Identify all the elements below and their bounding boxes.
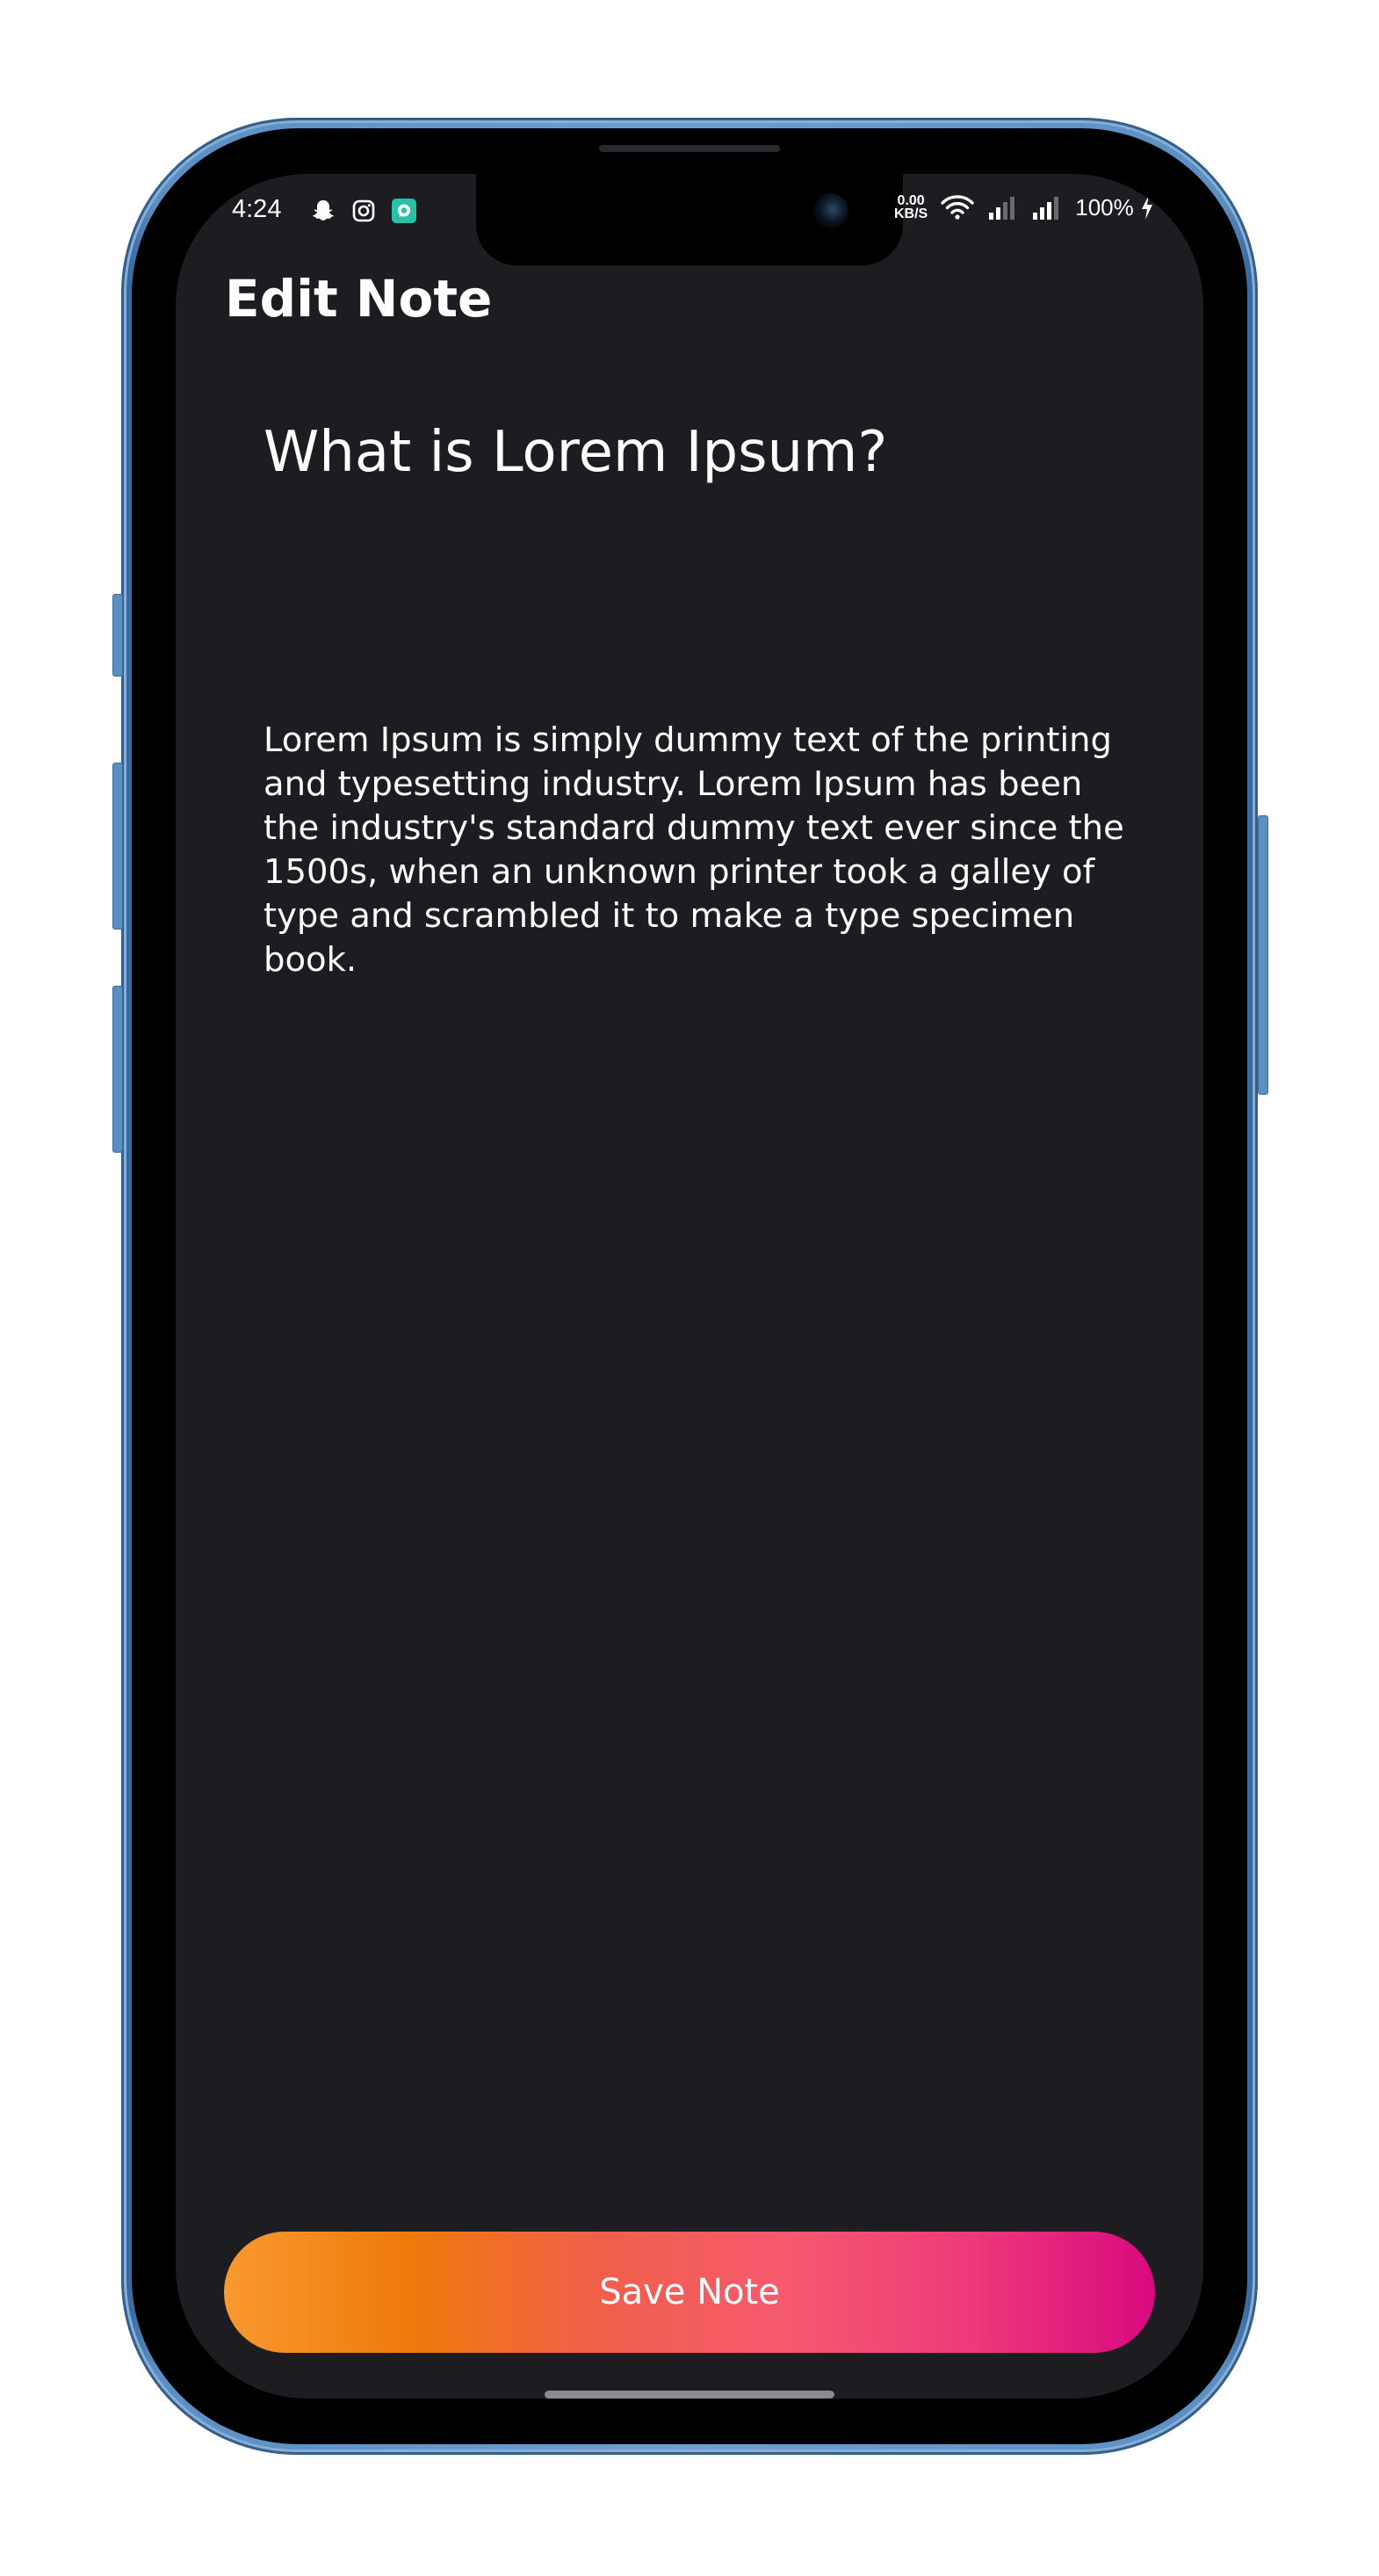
charging-icon <box>1141 195 1152 220</box>
status-system-icons: 0.00 KB/S 100% <box>894 193 1155 221</box>
home-indicator[interactable] <box>545 2391 834 2399</box>
notch <box>476 174 903 265</box>
front-camera <box>813 193 848 228</box>
wifi-icon <box>941 195 974 220</box>
note-body-input[interactable]: Lorem Ipsum is simply dummy text of the … <box>264 719 1124 982</box>
volume-down-button <box>112 986 123 1153</box>
chat-app-icon <box>392 199 416 223</box>
network-speed: 0.00 KB/S <box>894 194 928 221</box>
battery-percentage: 100% <box>1075 193 1134 221</box>
signal-icon <box>989 197 1015 220</box>
status-notification-icons <box>309 197 418 225</box>
note-title-input[interactable]: What is Lorem Ipsum? <box>264 420 1124 485</box>
network-speed-unit: KB/S <box>894 206 928 221</box>
save-note-button[interactable]: Save Note <box>224 2232 1155 2353</box>
app-screen: 4:24 0.00 KB/S 100% Edit Note What is Lo… <box>176 174 1203 2399</box>
page-title: Edit Note <box>225 269 493 329</box>
action-button <box>112 594 123 677</box>
status-time: 4:24 <box>232 195 282 223</box>
volume-up-button <box>112 763 123 930</box>
network-speed-value: 0.00 <box>897 193 925 208</box>
save-note-label: Save Note <box>599 2272 780 2312</box>
power-button <box>1258 815 1268 1095</box>
signal-icon-2 <box>1033 197 1059 220</box>
earpiece <box>599 145 780 152</box>
snapchat-icon <box>313 200 334 221</box>
instagram-icon <box>352 199 375 222</box>
